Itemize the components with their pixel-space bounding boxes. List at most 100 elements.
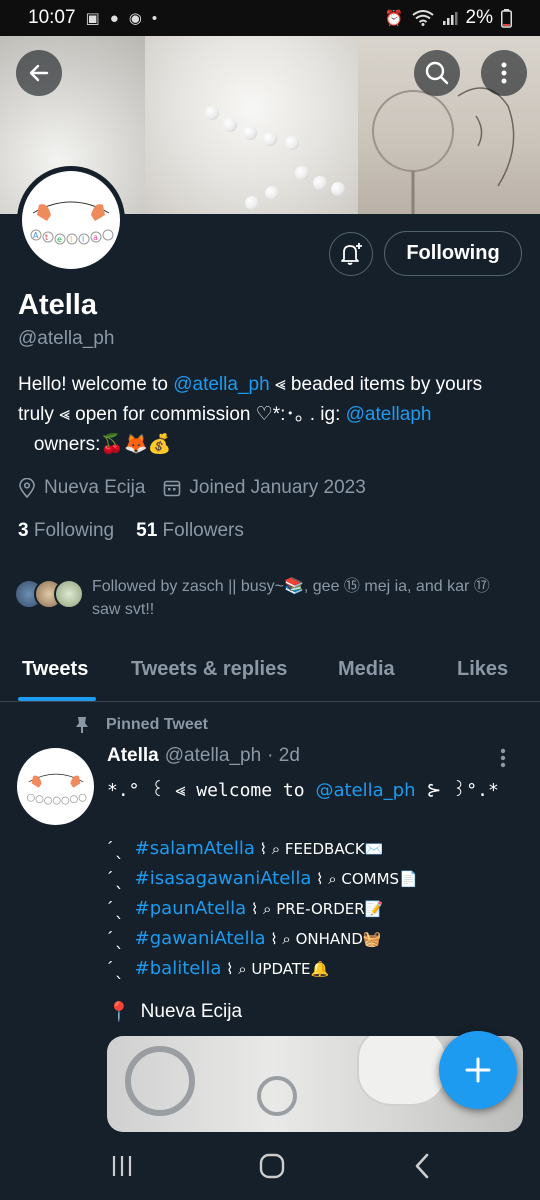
tweet-avatar[interactable] [17,748,94,825]
tweet-more-button[interactable] [500,748,506,773]
pinned-label: Pinned Tweet [74,716,208,734]
bell-plus-icon [341,243,362,265]
active-tab-indicator [18,697,96,701]
compose-tweet-button[interactable] [439,1031,517,1109]
atella-logo-icon: A t e l l a [30,201,114,245]
followers-count: 51 [136,520,158,541]
android-nav-bar [0,1132,540,1200]
hashtag-link[interactable]: #gawaniAtella [135,928,266,949]
followers-count-link[interactable]: 51 Followers [136,520,244,542]
alarm-icon: ⏰ [384,10,404,27]
svg-text:e: e [57,235,62,244]
row-label: ⌇ ⌕ UPDATE🔔 [221,960,330,978]
messenger-icon: ◉ [128,10,142,27]
tweet-row: ˊˎ #balitella ⌇ ⌕ UPDATE🔔 [107,954,527,984]
following-count-link[interactable]: 3 Following [18,520,114,542]
profile-tabs: Tweets Tweets & replies Media Likes [0,650,540,702]
profile-location: Nueva Ecija [44,477,146,498]
status-bar: 10:07 ▣ ● ◉ • ⏰ 2% [0,0,540,36]
profile-joined: Joined January 2023 [189,477,366,498]
tab-media[interactable]: Media [338,650,395,702]
tweet-mention-link[interactable]: @atella_ph [315,780,415,801]
status-time: 10:07 [28,7,76,28]
tweet-body: *.° ꒰ ⪡ welcome to @atella_ph ⊱ ꒱°.* ˊˎ … [107,776,527,984]
tweet-text: *.° ꒰ ⪡ welcome to [107,780,316,801]
svg-text:l: l [82,235,84,244]
hashtag-link[interactable]: #paunAtella [135,898,247,919]
notification-bell-button[interactable] [329,232,373,276]
row-label: ⌇ ⌕ FEEDBACK✉️ [254,840,384,858]
arrow-left-icon [29,64,49,82]
row-prefix: ˊˎ [107,898,135,919]
profile-bio: Hello! welcome to @atella_ph ⪡ beaded it… [18,370,523,460]
followed-by-row[interactable]: Followed by zasch || busy~📚, gee ⑮ mej i… [14,575,512,621]
more-vertical-icon [500,748,506,768]
gallery-icon: ▣ [85,10,100,27]
tweet-location: 📍 Nueva Ecija [107,1000,242,1024]
hashtag-link[interactable]: #salamAtella [135,838,255,859]
tweet-author[interactable]: Atella [107,745,159,767]
recent-apps-button[interactable] [110,1154,134,1183]
svg-text:a: a [93,233,98,242]
bio-text: Hello! welcome to [18,374,174,395]
hashtag-link[interactable]: #isasagawaniAtella [135,868,312,889]
tweet-row: ˊˎ #paunAtella ⌇ ⌕ PRE-ORDER📝 [107,894,527,924]
tweet-text: ⊱ ꒱°.* [415,780,499,801]
bio-mention-link[interactable]: @atella_ph [173,374,269,395]
recent-apps-icon [112,1156,132,1176]
following-label: Following [33,520,115,541]
follow-counts: 3 Following 51 Followers [18,520,244,542]
more-options-button[interactable] [481,50,527,96]
red-pin-icon: 📍 [107,1002,131,1023]
tweet-handle[interactable]: @atella_ph [165,745,261,767]
pinned-tweet-text: Pinned Tweet [106,716,208,733]
battery-icon [501,8,512,28]
tweet-time[interactable]: · 2d [267,745,300,767]
bio-owners: owners:🍒🦊💰 [18,434,172,455]
tab-likes[interactable]: Likes [457,650,508,702]
svg-text:A: A [33,231,39,240]
talk-icon: ● [109,9,119,27]
search-button[interactable] [414,50,460,96]
followers-label: Followers [162,520,244,541]
profile-handle: @atella_ph [18,328,115,349]
tab-tweets-replies[interactable]: Tweets & replies [131,650,287,702]
chevron-left-icon [415,1153,429,1179]
tweet-row: ˊˎ #salamAtella ⌇ ⌕ FEEDBACK✉️ [107,834,527,864]
atella-logo-icon [26,773,86,805]
home-icon [259,1153,285,1179]
tweet-header: Atella @atella_ph · 2d [107,745,300,767]
follower-avatars [14,579,84,609]
profile-avatar[interactable]: A t e l l a [17,166,125,274]
dot-icon: • [151,9,158,27]
back-button[interactable] [16,50,62,96]
signal-icon [442,12,458,25]
row-prefix: ˊˎ [107,928,135,949]
home-button[interactable] [258,1152,286,1185]
pin-icon [76,717,88,733]
tweet-line: *.° ꒰ ⪡ welcome to @atella_ph ⊱ ꒱°.* [107,776,527,805]
row-label: ⌇ ⌕ COMMS📄 [311,870,418,888]
calendar-icon [164,480,181,497]
row-label: ⌇ ⌕ ONHAND🧺 [265,930,382,948]
plus-icon [465,1057,491,1083]
search-icon [425,61,449,85]
more-vertical-icon [501,62,507,84]
bio-ig-link[interactable]: @atellaph [346,404,432,425]
tab-tweets[interactable]: Tweets [22,650,88,702]
hashtag-link[interactable]: #balitella [135,958,222,979]
row-prefix: ˊˎ [107,958,135,979]
row-prefix: ˊˎ [107,868,135,889]
following-count: 3 [18,520,29,541]
profile-name: Atella [18,289,97,321]
tweet-row: ˊˎ #isasagawaniAtella ⌇ ⌕ COMMS📄 [107,864,527,894]
following-button[interactable]: Following [384,231,522,276]
back-nav-button[interactable] [412,1152,432,1185]
row-prefix: ˊˎ [107,838,135,859]
battery-percent: 2% [465,7,493,28]
location-pin-icon [19,478,35,498]
svg-text:t: t [45,233,48,242]
wifi-icon [411,10,434,26]
svg-text:l: l [70,235,72,244]
followed-by-text: Followed by zasch || busy~📚, gee ⑮ mej i… [92,578,490,618]
